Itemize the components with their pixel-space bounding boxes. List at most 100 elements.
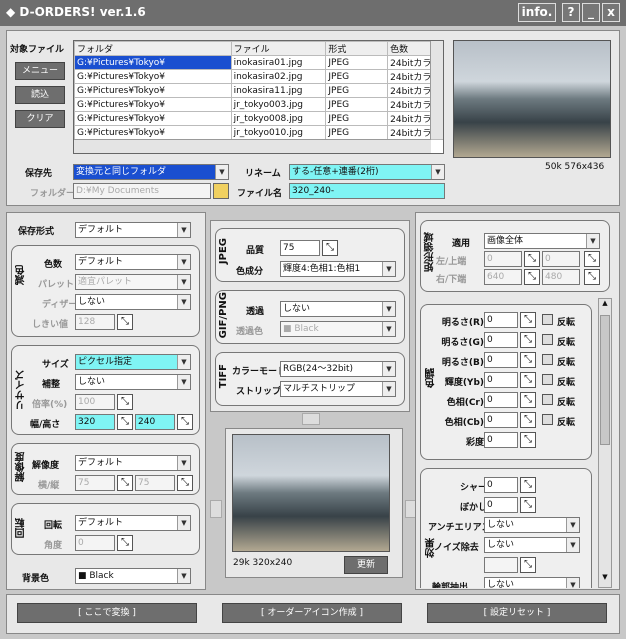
size-select[interactable]: ピクセル指定 ▼ — [75, 354, 191, 370]
angle-spin-icon[interactable]: ⤡ — [117, 535, 133, 551]
scroll-up-icon[interactable]: ▲ — [599, 299, 611, 313]
splitter-left[interactable] — [210, 500, 222, 518]
table-row[interactable]: G:¥Pictures¥Tokyo¥ jr_tokyo003.jpg JPEG 24b… — [74, 97, 443, 112]
tone-spin-icon[interactable]: ⤡ — [520, 392, 536, 408]
quality-spin-icon[interactable]: ⤡ — [322, 240, 338, 256]
table-row[interactable]: G:¥Pictures¥Tokyo¥ inokasira02.jpg JPEG 24b… — [74, 69, 443, 84]
apply-select[interactable]: 画像全体 ▼ — [484, 233, 600, 249]
scroll-down-icon[interactable]: ▼ — [599, 573, 611, 587]
blur-spin-icon[interactable]: ⤡ — [520, 497, 536, 513]
table-row[interactable]: G:¥Pictures¥Tokyo¥ inokasira11.jpg JPEG 24b… — [74, 83, 443, 98]
column-header[interactable]: ファイル — [230, 41, 327, 56]
v-res-input[interactable]: 75 — [135, 475, 175, 491]
minimize-button[interactable]: _ — [582, 3, 600, 22]
menu-button[interactable]: メニュー — [15, 62, 65, 80]
right-input[interactable]: 640 — [484, 269, 522, 285]
tone-spin-icon[interactable]: ⤡ — [520, 432, 536, 448]
convert-button[interactable]: [ ここで変換 ] — [17, 603, 197, 623]
height-spin-icon[interactable]: ⤡ — [177, 414, 193, 430]
folder-browse-icon[interactable] — [213, 183, 229, 199]
table-row[interactable]: G:¥Pictures¥Tokyo¥ inokasira01.jpg JPEG 24b… — [74, 55, 443, 70]
tone-spin-icon[interactable]: ⤡ — [520, 372, 536, 388]
noise-level-spin-icon[interactable]: ⤡ — [520, 557, 536, 573]
invert-checkbox[interactable] — [542, 374, 553, 385]
sharp-spin-icon[interactable]: ⤡ — [520, 477, 536, 493]
bottom-spin-icon[interactable]: ⤡ — [584, 269, 600, 285]
rename-select[interactable]: する-任意+連番(2桁) ▼ — [289, 164, 445, 180]
tone-input[interactable]: 0 — [484, 352, 518, 368]
edge-select[interactable]: しない ▼ — [484, 577, 580, 588]
bottom-input[interactable]: 480 — [542, 269, 580, 285]
ratio-spin-icon[interactable]: ⤡ — [117, 394, 133, 410]
table-row[interactable]: G:¥Pictures¥Tokyo¥ jr_tokyo010.jpg JPEG 24b… — [74, 125, 443, 140]
dither-select[interactable]: しない ▼ — [75, 294, 191, 310]
close-button[interactable]: x — [602, 3, 620, 22]
read-button[interactable]: 読込 — [15, 86, 65, 104]
resolution-select[interactable]: デフォルト ▼ — [75, 455, 191, 471]
ratio-input[interactable]: 100 — [75, 394, 115, 410]
column-header[interactable]: 形式 — [325, 41, 389, 56]
tone-spin-icon[interactable]: ⤡ — [520, 332, 536, 348]
help-button[interactable]: ? — [562, 3, 580, 22]
save-dest-select[interactable]: 変換元と同じフォルダ ▼ — [73, 164, 229, 180]
subsample-select[interactable]: 輝度4:色相1:色相1 ▼ — [280, 261, 396, 277]
threshold-input[interactable]: 128 — [75, 314, 115, 330]
antialias-select[interactable]: しない ▼ — [484, 517, 580, 533]
column-header[interactable]: フォルダ — [74, 41, 232, 56]
width-input[interactable]: 320 — [75, 414, 115, 430]
invert-checkbox[interactable] — [542, 334, 553, 345]
top-spin-icon[interactable]: ⤡ — [584, 251, 600, 267]
order-icon-button[interactable]: [ オーダーアイコン作成 ] — [222, 603, 402, 623]
reset-button[interactable]: [ 設定リセット ] — [427, 603, 607, 623]
adjust-scrollbar[interactable]: ▲ ▼ — [598, 298, 612, 588]
noise-select[interactable]: しない ▼ — [484, 537, 580, 553]
noise-level-input[interactable] — [484, 557, 518, 573]
file-list-hscroll[interactable] — [74, 139, 431, 153]
format-select[interactable]: デフォルト ▼ — [75, 222, 191, 238]
blur-input[interactable]: 0 — [484, 497, 518, 513]
interp-select[interactable]: しない ▼ — [75, 374, 191, 390]
tone-spin-icon[interactable]: ⤡ — [520, 312, 536, 328]
palette-select[interactable]: 適宜パレット ▼ — [75, 274, 191, 290]
file-list-vscroll[interactable] — [430, 41, 443, 139]
tone-input[interactable]: 0 — [484, 412, 518, 428]
colors-select[interactable]: デフォルト ▼ — [75, 254, 191, 270]
rotate-select[interactable]: デフォルト ▼ — [75, 515, 191, 531]
invert-checkbox[interactable] — [542, 354, 553, 365]
clear-button[interactable]: クリア — [15, 110, 65, 128]
folder-input[interactable]: D:¥My Documents — [73, 183, 211, 199]
tone-spin-icon[interactable]: ⤡ — [520, 412, 536, 428]
width-spin-icon[interactable]: ⤡ — [117, 414, 133, 430]
height-input[interactable]: 240 — [135, 414, 175, 430]
invert-checkbox[interactable] — [542, 414, 553, 425]
strip-select[interactable]: マルチストリップ ▼ — [280, 381, 396, 397]
bg-select[interactable]: ■ Black ▼ — [75, 568, 191, 584]
tone-input[interactable]: 0 — [484, 432, 518, 448]
h-res-input[interactable]: 75 — [75, 475, 115, 491]
file-list[interactable]: フォルダ ファイル 形式 色数 G:¥Pictures¥Tokyo¥ inokasira… — [73, 40, 444, 154]
filename-input[interactable]: 320_240- — [289, 183, 445, 199]
tone-input[interactable]: 0 — [484, 392, 518, 408]
invert-checkbox[interactable] — [542, 314, 553, 325]
update-button[interactable]: 更新 — [344, 556, 388, 574]
scroll-thumb[interactable] — [600, 315, 610, 445]
left-spin-icon[interactable]: ⤡ — [524, 251, 540, 267]
sharp-input[interactable]: 0 — [484, 477, 518, 493]
left-input[interactable]: 0 — [484, 251, 522, 267]
tone-spin-icon[interactable]: ⤡ — [520, 352, 536, 368]
color-mode-select[interactable]: RGB(24～32bit) ▼ — [280, 361, 396, 377]
title-bar[interactable]: ◆ D-ORDERS! ver.1.6 info. ? _ x — [0, 0, 626, 26]
v-res-spin-icon[interactable]: ⤡ — [177, 475, 193, 491]
top-input[interactable]: 0 — [542, 251, 580, 267]
splitter-handle[interactable] — [302, 413, 320, 425]
tone-input[interactable]: 0 — [484, 312, 518, 328]
adjust-scroll-area[interactable]: 色調 明るさ(R) 0 ⤡ 反転 明るさ(G) 0 ⤡ 反転 明るさ(B) 0 ⤡ 反転 輝度(Yb) 0… — [420, 298, 596, 588]
angle-input[interactable]: 0 — [75, 535, 115, 551]
threshold-spin-icon[interactable]: ⤡ — [117, 314, 133, 330]
transparent-select[interactable]: しない ▼ — [280, 301, 396, 317]
right-spin-icon[interactable]: ⤡ — [524, 269, 540, 285]
tone-input[interactable]: 0 — [484, 372, 518, 388]
info-button[interactable]: info. — [518, 3, 556, 22]
tone-input[interactable]: 0 — [484, 332, 518, 348]
table-row[interactable]: G:¥Pictures¥Tokyo¥ jr_tokyo008.jpg JPEG 24b… — [74, 111, 443, 126]
